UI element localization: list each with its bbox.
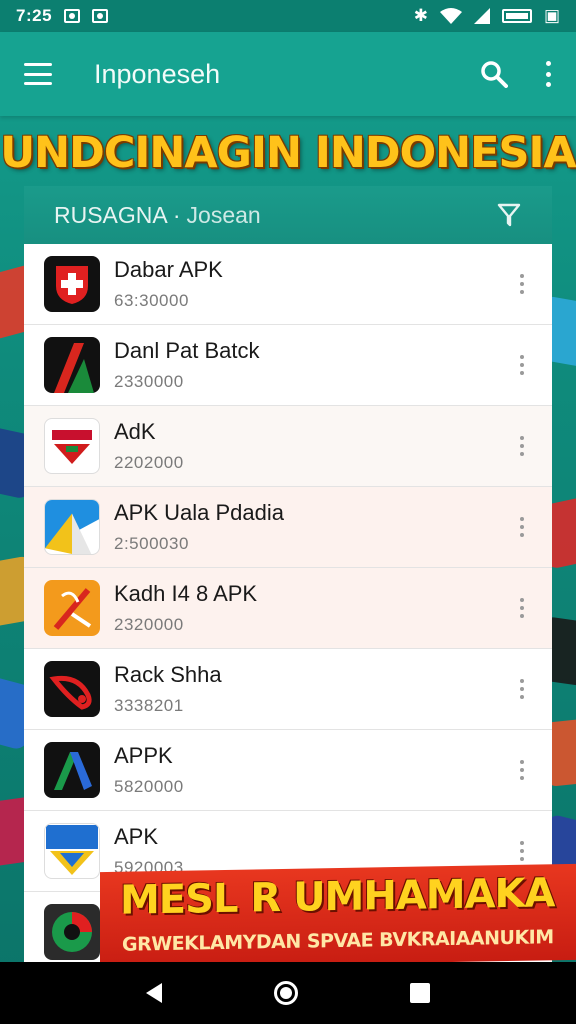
filter-icon[interactable] [496,202,522,228]
recents-icon[interactable] [410,983,430,1003]
more-vert-icon[interactable] [520,760,526,780]
list-item[interactable]: APK Uala Pdadia 2:500030 [24,487,552,568]
app-size: 63:30000 [114,291,189,310]
red-cross-icon [44,256,100,312]
app-name: APK Uala Pdadia [114,500,284,525]
bluetooth-icon: ✱ [413,6,428,25]
app-bar: Inponeseh [0,32,576,116]
gallery-icon [92,9,109,23]
notification-icon: ▣ [543,6,560,25]
more-vert-icon[interactable] [520,274,526,294]
more-vert-icon[interactable] [520,355,526,375]
orange-leaf-icon [44,580,100,636]
list-item[interactable]: Kadh I4 8 APK 2320000 [24,568,552,649]
promo-subtitle: GRWEKLAMYDAN SPVAE BVKRAIAANUKIM [122,926,554,956]
panel-header-title: RUSAGNA · [54,201,181,228]
back-icon[interactable] [146,983,162,1003]
green-globe-icon [44,904,100,960]
banner-title: UNDCINAGIN INDONESIA [0,128,576,178]
status-time: 7:25 [16,6,53,25]
more-vert-icon[interactable] [520,841,526,861]
app-size: 2202000 [114,453,184,472]
app-size: 2:500030 [114,534,189,553]
more-vert-icon[interactable] [546,61,552,87]
app-actions [480,60,552,88]
battery-icon [501,9,532,23]
promo-banner[interactable]: MESL R UMHAMAKA GRWEKLAMYDAN SPVAE BVKRA… [100,863,576,969]
blue-flag-icon [44,499,100,555]
search-icon[interactable] [480,60,508,88]
blue-green-a-icon [44,742,100,798]
app-name: AdK [114,419,156,444]
app-name: Danl Pat Batck [114,338,260,363]
wifi-icon [439,8,462,24]
app-size: 2330000 [114,372,184,391]
app-name: Dabar APK [114,257,223,282]
app-name: APK [114,824,159,849]
list-item[interactable]: APPK 5820000 [24,730,552,811]
red-green-stripe-icon [44,337,100,393]
list-item[interactable]: Danl Pat Batck 2330000 [24,325,552,406]
panel-header: RUSAGNA · Josean [24,186,552,244]
app-name: APPK [114,743,173,768]
app-list: Dabar APK 63:30000 Danl Pat Batck 233000… [24,244,552,973]
more-vert-icon[interactable] [520,517,526,537]
red-shield-icon [44,418,100,474]
navigation-bar [0,962,576,1024]
home-icon[interactable] [274,981,298,1005]
more-vert-icon[interactable] [520,436,526,456]
red-rocket-icon [44,661,100,717]
photo-icon [64,9,81,23]
more-vert-icon[interactable] [520,598,526,618]
app-size: 2320000 [114,615,184,634]
signal-icon [473,8,490,24]
status-icons: ✱ ▣ [414,6,560,26]
app-list-panel: RUSAGNA · Josean Dabar APK 63:30000 Danl… [24,186,552,976]
app-name: Rack Shha [114,662,222,687]
menu-icon[interactable] [24,63,52,85]
list-item[interactable]: AdK 2202000 [24,406,552,487]
list-item[interactable]: Dabar APK 63:30000 [24,244,552,325]
promo-title: MESL R UMHAMAKA [120,870,555,924]
app-title: Inponeseh [94,58,221,89]
more-vert-icon[interactable] [520,679,526,699]
app-size: 3338201 [114,696,184,715]
panel-header-subtitle: Josean [186,201,261,228]
app-size: 5820000 [114,777,184,796]
app-name: Kadh I4 8 APK [114,581,258,606]
status-bar: 7:25 ✱ ▣ [0,0,576,32]
list-item[interactable]: Rack Shha 3338201 [24,649,552,730]
yellow-blue-shield-icon [44,823,100,879]
